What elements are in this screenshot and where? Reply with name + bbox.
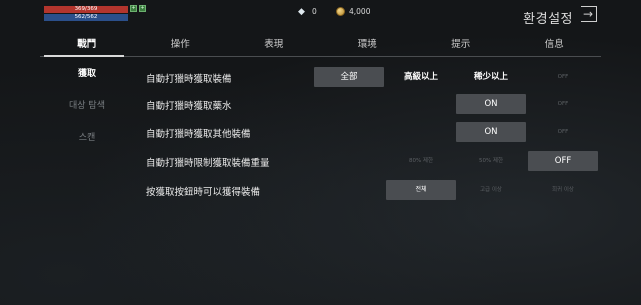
page-title: 환경설정 [523, 12, 573, 27]
side-item-loot[interactable]: 獲取 [44, 60, 130, 92]
option-80-limit[interactable]: 80% 제한 [386, 151, 456, 171]
tab-info[interactable]: 信息 [508, 38, 602, 56]
option-rare-up[interactable]: 희귀 이상 [528, 180, 598, 200]
setting-row-loot-button: 按獲取按鈕時可以獲得裝備 전체 고급 이상 희귀 이상 [146, 180, 601, 202]
option-off[interactable]: OFF [528, 67, 598, 87]
buff-icon: + [130, 5, 137, 12]
option-advanced-up[interactable]: 고급 이상 [456, 180, 526, 200]
coin-icon [336, 7, 345, 16]
option-advanced-up[interactable]: 高級以上 [386, 67, 456, 87]
option-on[interactable]: ON [456, 122, 526, 142]
option-on[interactable]: ON [456, 94, 526, 114]
tab-bar: 戰鬥 操作 表現 環境 提示 信息 [40, 38, 601, 56]
mp-bar: 562/562 [44, 14, 128, 21]
setting-row-loot-potions: 自動打獵時獲取藥水 ON OFF [146, 94, 601, 116]
tab-hints[interactable]: 提示 [414, 38, 508, 56]
setting-label: 自動打獵時獲取藥水 [146, 101, 232, 112]
option-rare-up[interactable]: 稀少以上 [456, 67, 526, 87]
option-off[interactable]: OFF [528, 122, 598, 142]
tab-controls[interactable]: 操作 [134, 38, 228, 56]
option-all[interactable]: 전체 [386, 180, 456, 200]
setting-row-loot-equipment: 自動打獵時獲取裝備 全部 高級以上 稀少以上 OFF [146, 67, 601, 89]
setting-label: 自動打獵時獲取其他裝備 [146, 129, 251, 140]
side-item-target-search[interactable]: 대상 탐색 [44, 92, 130, 124]
tab-divider [40, 56, 601, 57]
tab-display[interactable]: 表現 [227, 38, 321, 56]
exit-icon[interactable]: → [583, 7, 593, 21]
option-off[interactable]: OFF [528, 151, 598, 171]
option-50-limit[interactable]: 50% 제한 [456, 151, 526, 171]
gold-count: 4,000 [349, 7, 371, 16]
gem-counter: ◆ 0 [298, 7, 317, 16]
setting-row-loot-other: 自動打獵時獲取其他裝備 ON OFF [146, 122, 601, 144]
side-item-scan[interactable]: 스캔 [44, 124, 130, 156]
gem-count: 0 [312, 7, 317, 16]
setting-row-weight-limit: 自動打獵時限制獲取裝備重量 80% 제한 50% 제한 OFF [146, 151, 601, 173]
buff-icons: + + [130, 5, 146, 12]
setting-label: 自動打獵時獲取裝備 [146, 74, 232, 85]
option-all[interactable]: 全部 [314, 67, 384, 87]
diamond-icon: ◆ [298, 6, 305, 17]
tab-combat[interactable]: 戰鬥 [40, 38, 134, 56]
active-tab-indicator [44, 55, 124, 57]
hp-bar: 369/369 [44, 6, 128, 13]
option-off[interactable]: OFF [528, 94, 598, 114]
setting-label: 自動打獵時限制獲取裝備重量 [146, 158, 270, 169]
tab-environment[interactable]: 環境 [321, 38, 415, 56]
side-menu: 獲取 대상 탐색 스캔 [44, 60, 130, 156]
buff-icon: + [139, 5, 146, 12]
setting-label: 按獲取按鈕時可以獲得裝備 [146, 187, 261, 198]
gold-counter: 4,000 [336, 7, 370, 16]
